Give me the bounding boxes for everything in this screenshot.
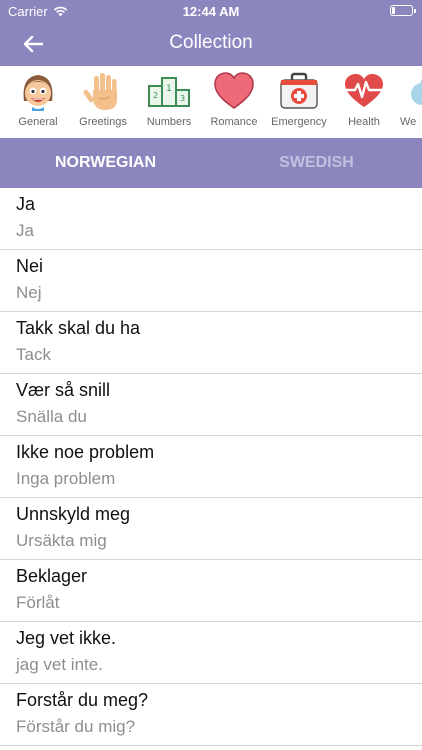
phrase-norwegian: Unnskyld meg	[16, 504, 131, 524]
first-aid-icon	[280, 72, 318, 109]
phrase-norwegian: Takk skal du ha	[16, 318, 141, 338]
phrase-list: Ja Ja Nei Nej Takk skal du ha Tack Vær s…	[0, 188, 422, 750]
phrase-row[interactable]: Forstår du meg? Förstår du mig?	[0, 684, 422, 746]
category-general[interactable]: General	[6, 66, 70, 138]
phrase-norwegian: Ikke noe problem	[16, 442, 155, 462]
phrase-row[interactable]: Jeg vet ikke. jag vet inte.	[0, 622, 422, 684]
navigation-bar: Collection	[0, 22, 422, 66]
phrase-norwegian: Nei	[16, 256, 44, 276]
phrase-swedish: Snälla du	[16, 407, 87, 426]
face-icon	[23, 75, 53, 111]
category-numbers[interactable]: 1 2 3 Numbers	[137, 66, 201, 138]
category-greetings[interactable]: Greetings	[71, 66, 135, 138]
phrase-swedish: Förlåt	[16, 593, 60, 612]
heartbeat-icon	[345, 74, 383, 107]
phrase-swedish: Tack	[16, 345, 51, 364]
phrase-norwegian: Vær så snill	[16, 380, 111, 400]
phrase-row[interactable]: Nei Nej	[0, 250, 422, 312]
category-label: We	[400, 116, 417, 128]
category-label: General	[18, 116, 58, 128]
svg-text:1: 1	[166, 84, 172, 94]
phrase-swedish: Förstår du mig?	[16, 717, 136, 736]
phrase-swedish: Inga problem	[16, 469, 116, 488]
svg-text:2: 2	[153, 91, 158, 100]
page-title: Collection	[169, 32, 253, 53]
phrase-swedish: jag vet inte.	[16, 655, 103, 674]
phrase-norwegian: Beklager	[16, 566, 88, 586]
phrase-row[interactable]: Vær så snill Snälla du	[0, 374, 422, 436]
category-bar: General Greetings 1 2 3 Numbers Romance …	[0, 66, 422, 138]
phrase-row[interactable]: Ikke noe problem Inga problem	[0, 436, 422, 498]
hand-icon	[83, 73, 117, 110]
status-bar: Carrier 12:44 AM	[0, 0, 422, 22]
podium-icon: 1 2 3	[148, 77, 190, 107]
phrase-norwegian: Forstår du meg?	[16, 690, 149, 710]
category-label: Numbers	[146, 116, 192, 128]
category-weather[interactable]: We	[390, 66, 422, 138]
tab-norwegian[interactable]: NORWEGIAN	[0, 138, 211, 188]
language-tabs: NORWEGIAN SWEDISH	[0, 138, 422, 188]
phrase-row[interactable]: Unnskyld meg Ursäkta mig	[0, 498, 422, 560]
phrase-swedish: Ursäkta mig	[16, 531, 107, 550]
app-header: Carrier 12:44 AM Collection	[0, 0, 422, 66]
weather-icon	[411, 78, 422, 105]
phrase-swedish: Nej	[16, 283, 42, 302]
category-emergency[interactable]: Emergency	[267, 66, 331, 138]
category-label: Emergency	[271, 116, 327, 128]
phrase-row[interactable]: Ja Ja	[0, 188, 422, 250]
phrase-row[interactable]: Takk skal du ha Tack	[0, 312, 422, 374]
heart-icon	[214, 72, 254, 109]
category-romance[interactable]: Romance	[202, 66, 266, 138]
phrase-swedish: Ja	[16, 221, 34, 240]
svg-text:3: 3	[180, 94, 185, 103]
battery-icon	[390, 5, 416, 16]
tab-swedish[interactable]: SWEDISH	[211, 138, 422, 188]
category-health[interactable]: Health	[332, 66, 396, 138]
phrase-row[interactable]: Beklager Förlåt	[0, 560, 422, 622]
status-time: 12:44 AM	[182, 4, 240, 19]
category-label: Romance	[210, 116, 258, 128]
phrase-norwegian: Jeg vet ikke.	[16, 628, 117, 648]
phrase-norwegian: Ja	[16, 194, 36, 214]
category-label: Greetings	[79, 116, 127, 128]
